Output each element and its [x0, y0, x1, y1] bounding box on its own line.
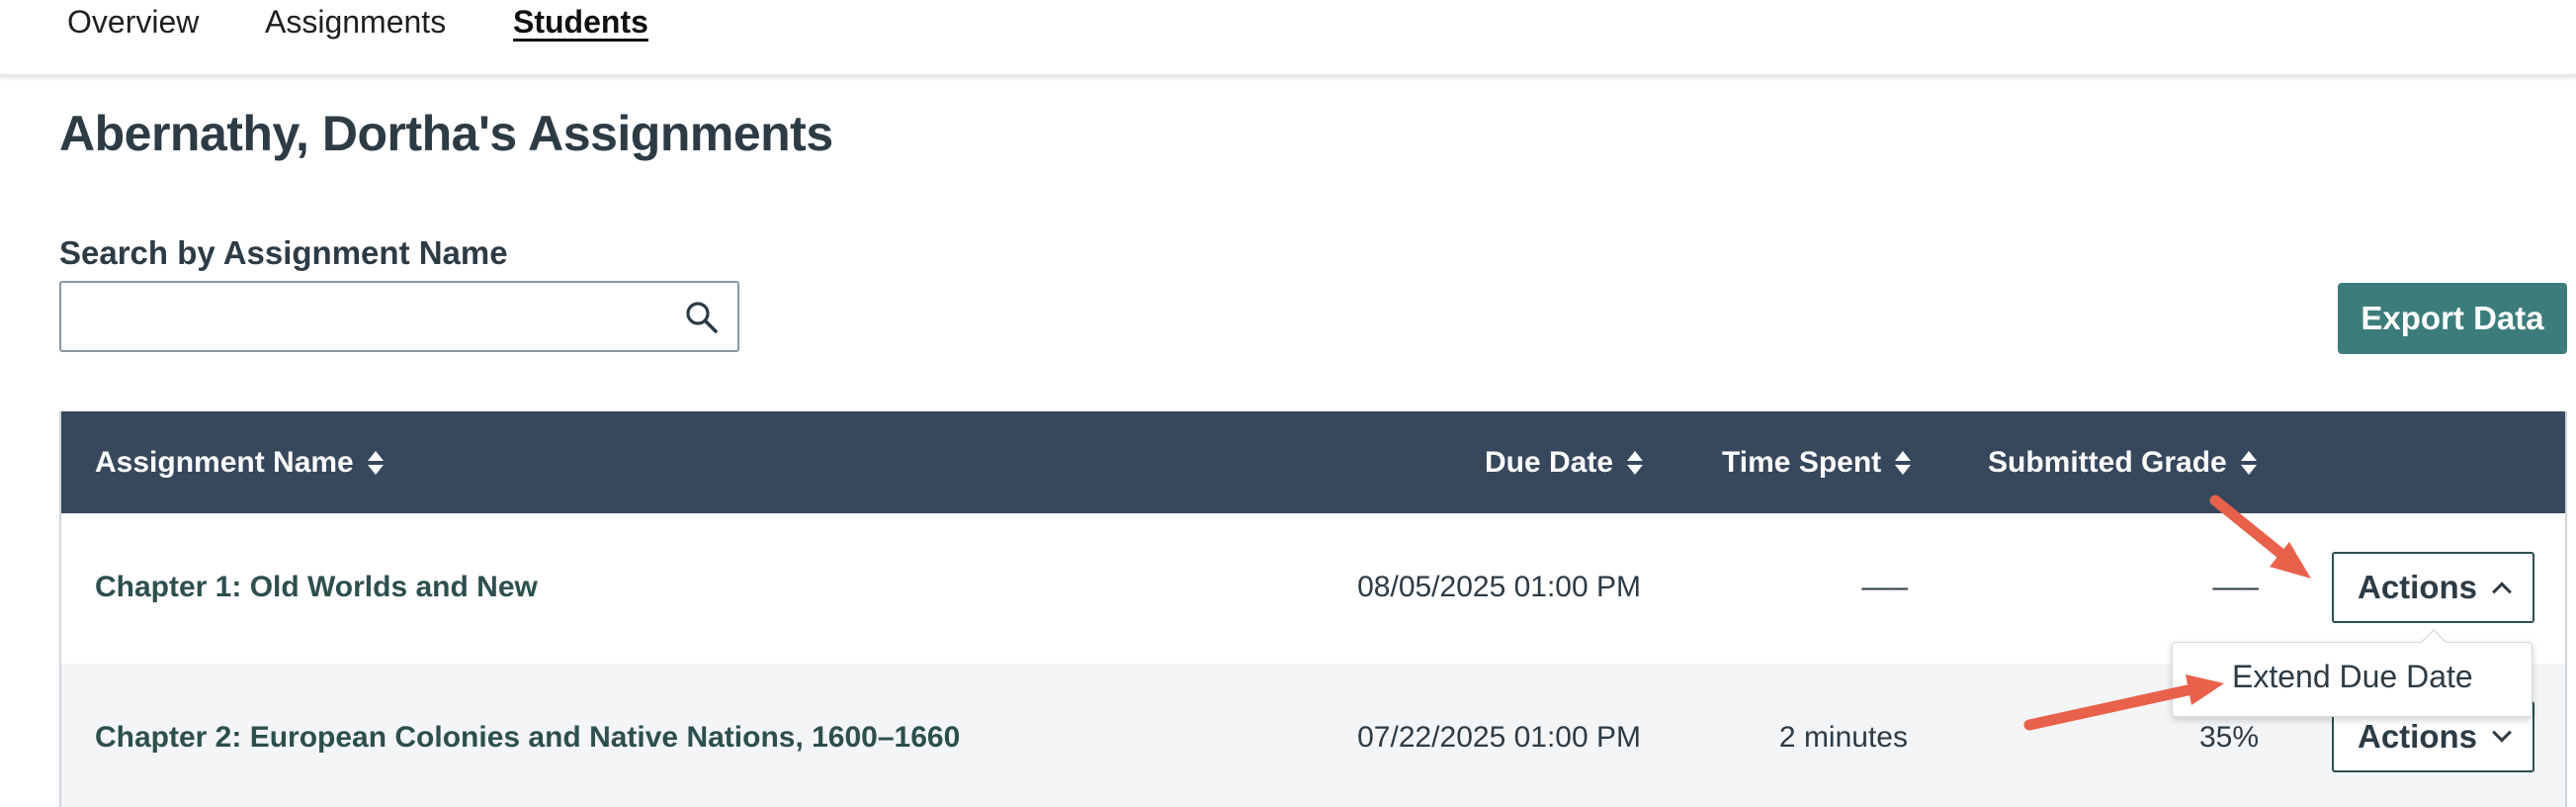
actions-button-label: Actions [2357, 718, 2477, 755]
due-date: 08/05/2025 01:00 PM [1357, 571, 1641, 603]
column-header-time-spent[interactable]: Time Spent [1722, 411, 1912, 513]
column-header-label: Time Spent [1722, 445, 1882, 479]
submitted-grade: —– [2212, 571, 2259, 603]
page-title: Abernathy, Dortha's Assignments [59, 106, 833, 161]
time-spent: 2 minutes [1778, 721, 1908, 754]
column-header-assignment-name[interactable]: Assignment Name [95, 411, 384, 513]
sort-icon[interactable] [367, 449, 384, 477]
tab-overview[interactable]: Overview [67, 0, 199, 44]
submitted-grade: 35% [2198, 721, 2259, 754]
tab-students[interactable]: Students [513, 0, 648, 44]
search-label: Search by Assignment Name [59, 234, 508, 271]
search-icon[interactable] [684, 300, 720, 335]
sort-icon[interactable] [1895, 449, 1912, 477]
chevron-down-icon [2492, 722, 2512, 743]
sort-icon[interactable] [2240, 449, 2257, 477]
sort-icon[interactable] [1627, 449, 1644, 477]
actions-dropdown-menu: Extend Due Date [2172, 629, 2533, 717]
column-header-label: Due Date [1485, 445, 1614, 479]
column-header-label: Submitted Grade [1988, 445, 2227, 479]
chevron-up-icon [2492, 582, 2512, 602]
actions-button[interactable]: Actions [2332, 552, 2534, 623]
column-header-label: Assignment Name [95, 445, 354, 479]
assignments-table: Assignment Name Due Date Time Spent Subm… [59, 411, 2567, 807]
search-input[interactable] [73, 293, 666, 342]
search-field[interactable] [59, 281, 739, 352]
assignment-name-link[interactable]: Chapter 2: European Colonies and Native … [95, 718, 960, 758]
table-header: Assignment Name Due Date Time Spent Subm… [61, 411, 2565, 513]
actions-button-label: Actions [2357, 569, 2477, 605]
column-header-due-date[interactable]: Due Date [1485, 411, 1644, 513]
column-header-submitted-grade[interactable]: Submitted Grade [1988, 411, 2257, 513]
export-data-button[interactable]: Export Data [2338, 283, 2567, 354]
due-date: 07/22/2025 01:00 PM [1357, 721, 1641, 754]
time-spent: —– [1861, 571, 1908, 603]
tab-assignments[interactable]: Assignments [265, 0, 446, 44]
top-nav: Overview Assignments Students [0, 0, 2576, 77]
extend-due-date-menu-item[interactable]: Extend Due Date [2232, 659, 2473, 695]
assignment-name-link[interactable]: Chapter 1: Old Worlds and New [95, 568, 538, 607]
